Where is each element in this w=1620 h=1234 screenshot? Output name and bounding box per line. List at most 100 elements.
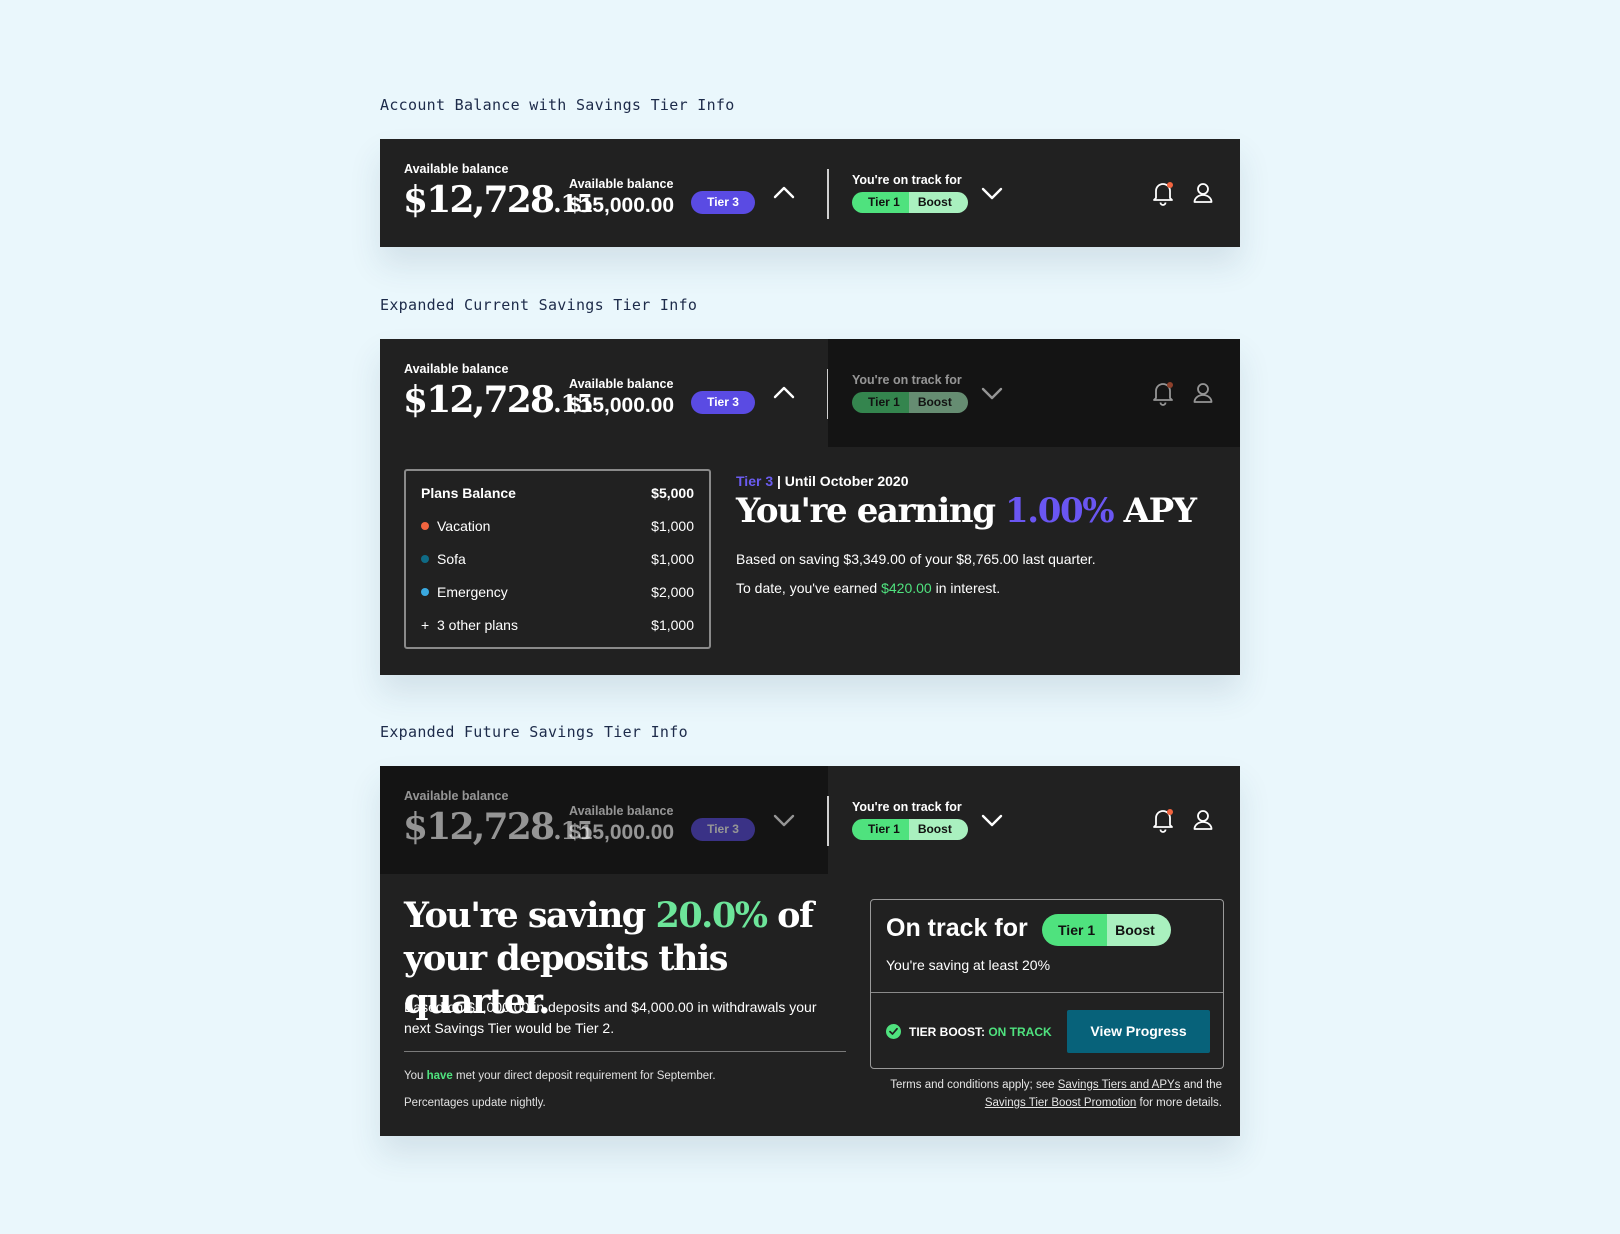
chevron-up-icon[interactable]: [770, 179, 798, 207]
balance-label: Available balance: [404, 789, 509, 803]
on-track-boost: Boost: [1107, 914, 1171, 946]
available-value: $15,000.00: [569, 194, 675, 217]
plan-name: Vacation: [437, 518, 491, 534]
earning-prefix: You're earning: [736, 491, 1006, 531]
saving-prefix: You're saving: [404, 895, 656, 936]
chevron-down-icon[interactable]: [978, 179, 1006, 207]
balance-label: Available balance: [404, 362, 509, 376]
earned-amount: $420.00: [881, 580, 932, 596]
available-label: Available balance: [569, 377, 674, 391]
chevron-down-icon[interactable]: [770, 806, 798, 834]
balance-panel[interactable]: Available balance $12,728.15 Available b…: [380, 139, 828, 247]
track-panel[interactable]: You're on track for Tier 1 Boost: [828, 139, 1240, 247]
section-label-future-tier: Expanded Future Savings Tier Info: [380, 723, 688, 741]
track-tier: Tier 1: [852, 192, 909, 213]
track-panel[interactable]: You're on track for Tier 1 Boost: [828, 339, 1240, 447]
chevron-up-icon[interactable]: [770, 379, 798, 407]
plan-color-dot: [421, 555, 429, 563]
note-prefix: You: [404, 1070, 427, 1082]
plan-value: $2,000: [651, 584, 694, 600]
saving-basis: Based on $5,000.00 in deposits and $4,00…: [404, 999, 817, 1036]
plan-row-sofa[interactable]: Sofa $1,000: [421, 551, 694, 571]
track-pill: Tier 1 Boost: [852, 819, 968, 840]
tier-badge: Tier 3: [691, 191, 755, 214]
track-tier: Tier 1: [852, 392, 909, 413]
earned-to-date: To date, you've earned $420.00 in intere…: [736, 580, 1000, 596]
plan-name: Sofa: [437, 551, 466, 567]
tier-badge: Tier 3: [691, 818, 755, 841]
bell-icon[interactable]: [1150, 379, 1176, 407]
balance-dollars: $12,728: [403, 806, 555, 848]
bell-icon[interactable]: [1150, 179, 1176, 207]
track-boost: Boost: [908, 392, 968, 413]
plan-row-other[interactable]: +3 other plans $1,000: [421, 617, 694, 637]
user-icon[interactable]: [1190, 379, 1216, 407]
earned-suffix: in interest.: [931, 580, 1001, 596]
notification-dot: [1167, 382, 1173, 388]
current-tier-name: Tier 3: [736, 473, 774, 489]
user-icon[interactable]: [1190, 179, 1216, 207]
notification-dot: [1167, 182, 1173, 188]
check-circle-icon: [886, 1024, 901, 1039]
plan-color-dot: [421, 522, 429, 530]
balance-dollars: $12,728: [403, 179, 555, 221]
chevron-down-icon[interactable]: [978, 806, 1006, 834]
track-label: You're on track for: [852, 800, 962, 814]
on-track-title: On track for: [886, 914, 1028, 942]
plan-row-vacation[interactable]: Vacation $1,000: [421, 518, 694, 538]
balance-panel[interactable]: Available balance $12,728.15 Available b…: [380, 339, 828, 447]
plan-value: $1,000: [651, 617, 694, 633]
plans-balance-box: Plans Balance $5,000 Vacation $1,000 Sof…: [404, 469, 711, 649]
balance-amount: $12,728.15: [403, 379, 593, 421]
account-balance-card: Available balance $12,728.15 Available b…: [380, 139, 1240, 247]
plan-value: $1,000: [651, 518, 694, 534]
plan-row-emergency[interactable]: Emergency $2,000: [421, 584, 694, 604]
boost-promotion-link[interactable]: Savings Tier Boost Promotion: [985, 1097, 1137, 1109]
tier-boost-status: TIER BOOST: ON TRACK: [886, 1024, 1052, 1039]
terms-suffix: for more details.: [1136, 1097, 1222, 1109]
track-panel[interactable]: You're on track for Tier 1 Boost: [828, 766, 1240, 874]
plus-icon: +: [421, 617, 430, 633]
earning-basis: Based on saving $3,349.00 of your $8,765…: [736, 551, 1096, 567]
divider: [404, 1051, 846, 1052]
plan-name: 3 other plans: [437, 617, 518, 633]
on-track-pill: Tier 1 Boost: [1042, 914, 1171, 946]
available-label: Available balance: [569, 177, 674, 191]
balance-dollars: $12,728: [403, 379, 555, 421]
view-progress-button[interactable]: View Progress: [1067, 1010, 1210, 1053]
current-tier-period: Tier 3 | Until October 2020: [736, 473, 909, 489]
plans-header: Plans Balance $5,000: [421, 485, 694, 505]
track-label: You're on track for: [852, 373, 962, 387]
bell-icon[interactable]: [1150, 806, 1176, 834]
note-have: have: [426, 1070, 453, 1082]
terms-note: Terms and conditions apply; see Savings …: [850, 1076, 1222, 1112]
balance-panel[interactable]: Available balance $12,728.15 Available b…: [380, 766, 828, 874]
on-track-box: On track for Tier 1 Boost You're saving a…: [870, 899, 1224, 1069]
earning-heading: You're earning 1.00% APY: [736, 491, 1197, 531]
balance-amount: $12,728.15: [403, 806, 593, 848]
plan-color-dot: [421, 588, 429, 596]
track-pill: Tier 1 Boost: [852, 192, 968, 213]
track-boost: Boost: [908, 192, 968, 213]
tier-badge: Tier 3: [691, 391, 755, 414]
section-label-current-tier: Expanded Current Savings Tier Info: [380, 296, 698, 314]
available-value: $15,000.00: [569, 821, 675, 844]
plans-title: Plans Balance: [421, 485, 516, 501]
user-icon[interactable]: [1190, 806, 1216, 834]
track-pill: Tier 1 Boost: [852, 392, 968, 413]
current-tier-until: | Until October 2020: [773, 473, 909, 489]
plan-name: Emergency: [437, 584, 508, 600]
on-track-subtitle: You're saving at least 20%: [886, 957, 1051, 973]
notification-dot: [1167, 809, 1173, 815]
update-note: Percentages update nightly.: [404, 1097, 546, 1109]
apy-suffix: APY: [1113, 491, 1197, 531]
earned-prefix: To date, you've earned: [736, 580, 882, 596]
balance-amount: $12,728.15: [403, 179, 593, 221]
current-tier-card: Available balance $12,728.15 Available b…: [380, 339, 1240, 675]
divider: [871, 992, 1223, 993]
savings-tiers-link[interactable]: Savings Tiers and APYs: [1058, 1079, 1181, 1091]
apy-percent: 1.00%: [1005, 491, 1115, 531]
chevron-down-icon[interactable]: [978, 379, 1006, 407]
plan-value: $1,000: [651, 551, 694, 567]
available-label: Available balance: [569, 804, 674, 818]
